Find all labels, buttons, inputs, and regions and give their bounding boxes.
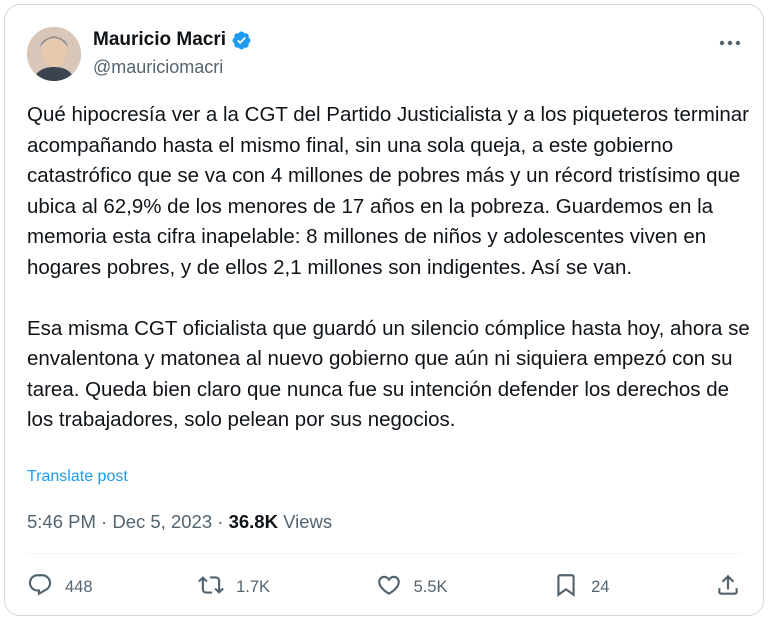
meta-separator: · (217, 511, 224, 532)
tweet-meta: 5:46 PM · Dec 5, 2023 · 36.8K Views (27, 511, 332, 533)
tweet-time[interactable]: 5:46 PM (27, 511, 96, 532)
tweet-card: Mauricio Macri @mauriciomacri Qué hipocr… (4, 4, 764, 616)
author-name-row: Mauricio Macri (93, 29, 252, 51)
tweet-text: Qué hipocresía ver a la CGT del Partido … (27, 100, 755, 436)
repost-button[interactable]: 1.7K (198, 572, 270, 603)
tweet-date[interactable]: Dec 5, 2023 (112, 511, 212, 532)
reply-count: 448 (65, 577, 93, 596)
like-icon (376, 572, 402, 603)
avatar-image (27, 27, 81, 81)
author-handle[interactable]: @mauriciomacri (93, 57, 223, 78)
bookmark-button[interactable]: 24 (553, 572, 609, 603)
translate-post-link[interactable]: Translate post (27, 468, 128, 486)
repost-count: 1.7K (236, 577, 271, 596)
divider (27, 553, 741, 554)
like-button[interactable]: 5.5K (376, 572, 448, 603)
tweet-paragraph: Esa misma CGT oficialista que guardó un … (27, 316, 750, 432)
author-display-name[interactable]: Mauricio Macri (93, 29, 226, 51)
share-icon (715, 572, 741, 603)
repost-icon (198, 572, 225, 603)
avatar[interactable] (27, 27, 81, 81)
action-bar: 448 1.7K 5.5K 24 (27, 567, 741, 607)
views-count: 36.8K (228, 511, 278, 532)
meta-separator: · (101, 511, 108, 532)
tweet-paragraph: Qué hipocresía ver a la CGT del Partido … (27, 103, 750, 279)
bookmark-count: 24 (591, 577, 610, 596)
reply-icon (27, 572, 53, 603)
share-button[interactable] (715, 572, 741, 603)
views-label: Views (283, 511, 333, 532)
like-count: 5.5K (413, 577, 448, 596)
more-icon[interactable] (717, 33, 743, 53)
bookmark-icon (553, 572, 579, 603)
verified-badge-icon (231, 30, 252, 51)
reply-button[interactable]: 448 (27, 572, 93, 603)
